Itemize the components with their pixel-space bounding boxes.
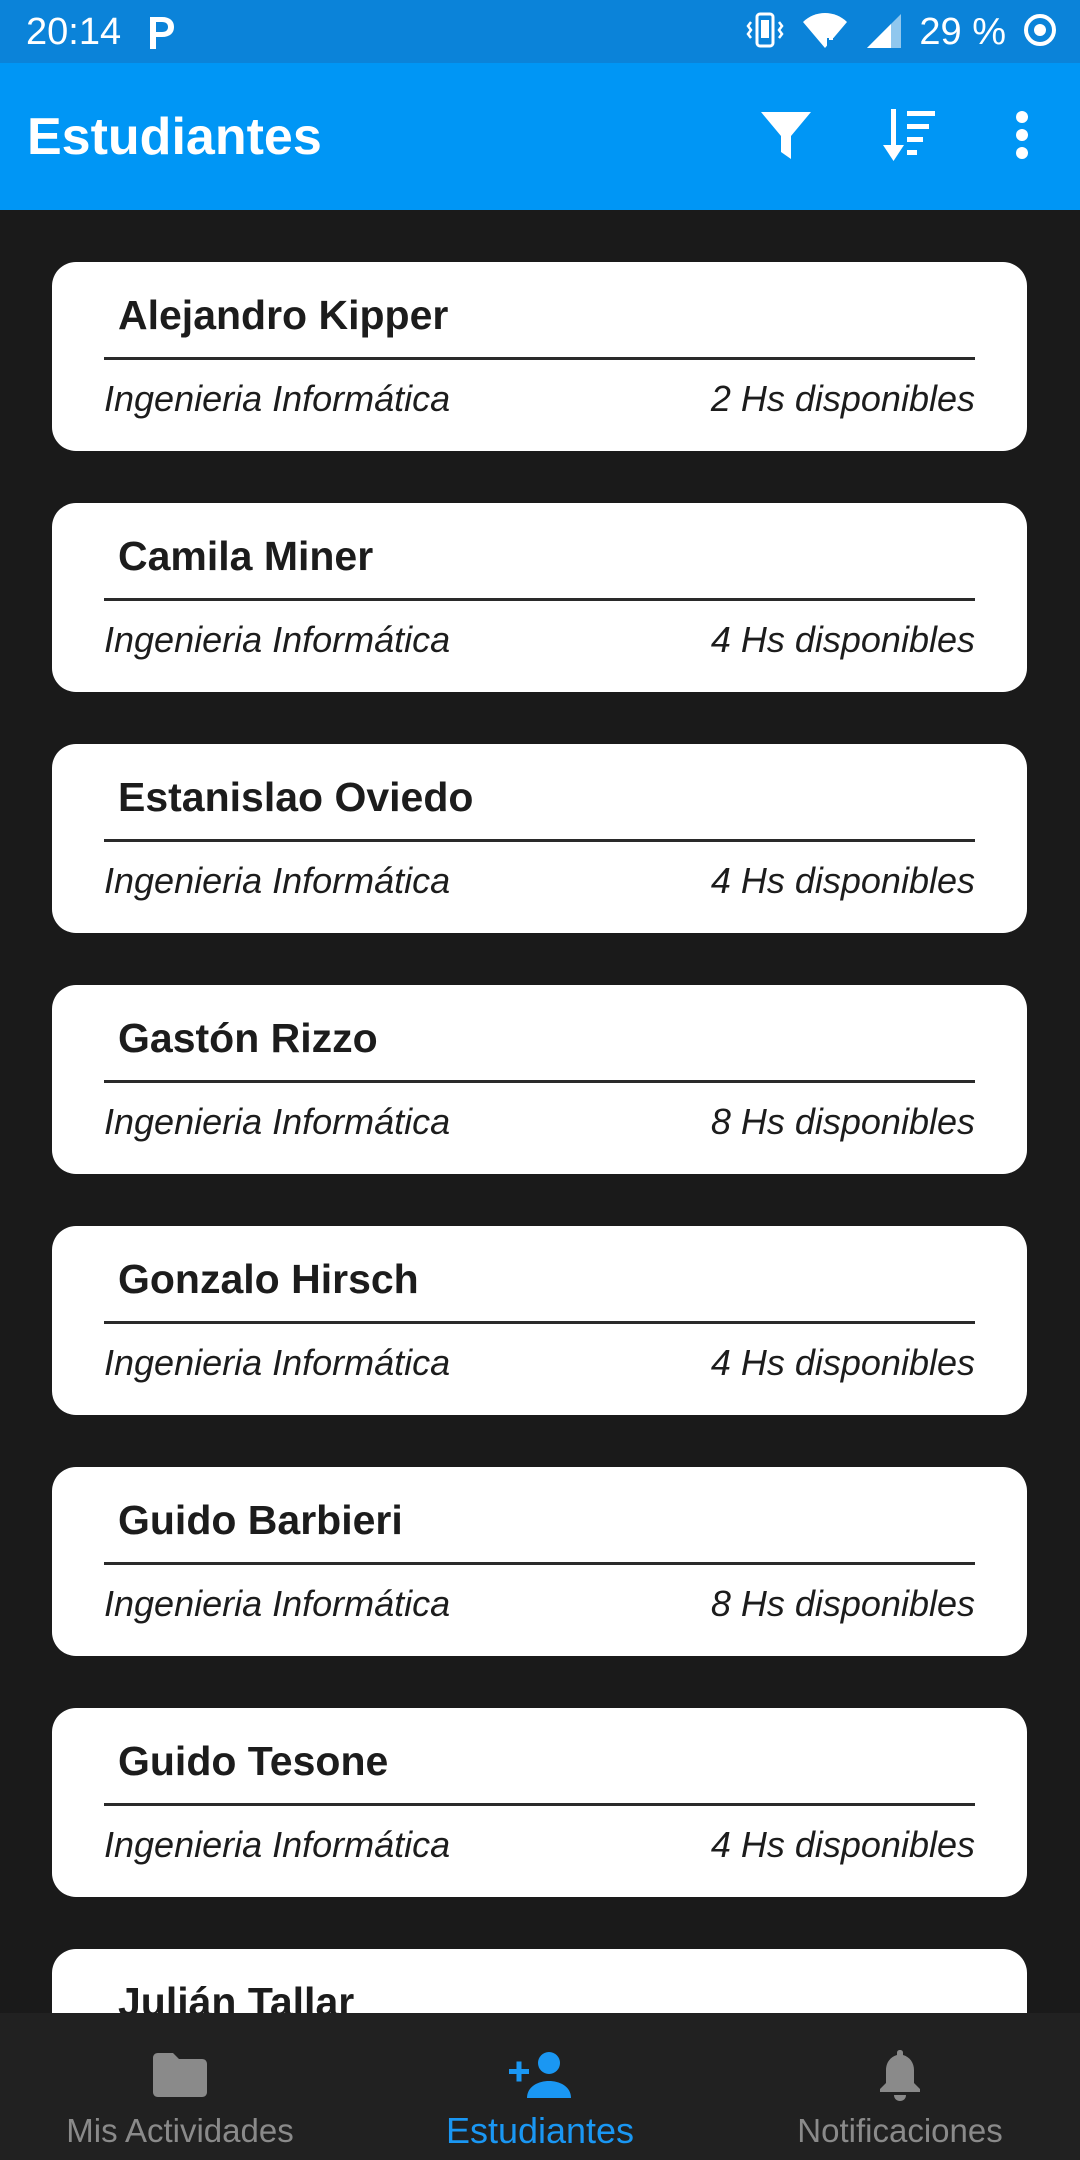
vibrate-icon [745,10,785,55]
card-divider [104,839,975,842]
student-career: Ingenieria Informática [104,1101,451,1142]
filter-icon [758,107,814,168]
student-hours: 4 Hs disponibles [710,619,975,660]
signal-icon [865,10,903,55]
student-career: Ingenieria Informática [104,1583,451,1624]
sort-button[interactable] [878,104,944,170]
card-divider [104,1080,975,1083]
student-hours: 8 Hs disponibles [710,1101,975,1142]
nav-label: Notificaciones [797,2112,1003,2149]
student-name: Estanislao Oviedo [118,774,474,820]
nav-item-mis-actividades[interactable]: Mis Actividades [0,2013,360,2160]
bell-icon [877,2047,923,2103]
nav-item-notificaciones[interactable]: Notificaciones [720,2013,1080,2160]
student-card[interactable]: Guido Tesone Ingenieria Informática 4 Hs… [52,1708,1027,1897]
status-bar: 20:14 29 % [0,0,1080,63]
app-bar: Estudiantes [0,63,1080,210]
student-hours: 2 Hs disponibles [710,378,975,419]
student-career: Ingenieria Informática [104,1824,451,1865]
card-divider [104,1803,975,1806]
student-list[interactable]: Alejandro Kipper Ingenieria Informática … [0,210,1080,2013]
student-name: Gonzalo Hirsch [118,1256,419,1302]
student-career: Ingenieria Informática [104,378,451,419]
student-name: Guido Tesone [118,1738,389,1784]
status-time: 20:14 [26,11,122,53]
student-name: Gastón Rizzo [118,1015,378,1061]
student-name: Guido Barbieri [118,1497,403,1543]
folder-icon [151,2047,209,2103]
bottom-navigation: Mis Actividades Estudiantes Notificacion… [0,2013,1080,2160]
student-hours: 4 Hs disponibles [710,1342,975,1383]
battery-saver-icon [1022,12,1058,53]
student-name: Julián Tallar [118,1979,355,2013]
nav-item-estudiantes[interactable]: Estudiantes [360,2013,720,2160]
student-career: Ingenieria Informática [104,860,451,901]
filter-button[interactable] [753,104,819,170]
student-card[interactable]: Julián Tallar [52,1949,1027,2013]
wifi-icon [801,10,849,55]
nav-label: Estudiantes [445,2110,635,2151]
student-card[interactable]: Camila Miner Ingenieria Informática 4 Hs… [52,503,1027,692]
student-card[interactable]: Estanislao Oviedo Ingenieria Informática… [52,744,1027,933]
student-card[interactable]: Alejandro Kipper Ingenieria Informática … [52,262,1027,451]
student-name: Camila Miner [118,533,374,579]
more-vert-icon [1012,110,1032,165]
battery-percent: 29 % [919,11,1006,53]
student-card[interactable]: Gonzalo Hirsch Ingenieria Informática 4 … [52,1226,1027,1415]
parking-icon [146,13,178,51]
card-divider [104,1562,975,1565]
person-add-icon [509,2047,571,2103]
more-options-button[interactable] [989,104,1055,170]
nav-label: Mis Actividades [66,2112,294,2149]
sort-icon [881,105,941,170]
student-name: Alejandro Kipper [118,292,449,338]
student-career: Ingenieria Informática [104,1342,451,1383]
status-icons: 29 % [745,8,1058,56]
student-hours: 4 Hs disponibles [710,860,975,901]
student-career: Ingenieria Informática [104,619,451,660]
student-card[interactable]: Guido Barbieri Ingenieria Informática 8 … [52,1467,1027,1656]
student-hours: 4 Hs disponibles [710,1824,975,1865]
student-hours: 8 Hs disponibles [710,1583,975,1624]
card-divider [104,598,975,601]
screen: 20:14 29 % Estudiantes Alejandro Kipper … [0,0,1080,2160]
page-title: Estudiantes [27,108,322,166]
card-divider [104,357,975,360]
card-divider [104,1321,975,1324]
student-card[interactable]: Gastón Rizzo Ingenieria Informática 8 Hs… [52,985,1027,1174]
